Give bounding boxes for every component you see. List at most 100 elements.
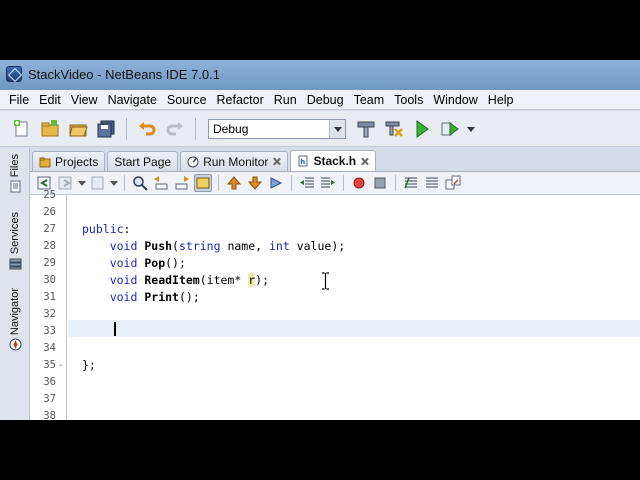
start-macro-recording-icon[interactable] [350, 174, 368, 192]
shift-left-icon[interactable] [298, 174, 316, 192]
navigator-compass-icon [9, 338, 21, 351]
side-tab-services[interactable]: Services [6, 212, 24, 270]
find-next-icon[interactable] [173, 174, 191, 192]
tab-start-page-label: Start Page [114, 154, 172, 169]
new-project-icon[interactable] [38, 117, 62, 141]
debug-options-chevron-icon[interactable] [466, 117, 476, 141]
menu-bar: File Edit View Navigate Source Refactor … [0, 90, 640, 110]
side-tab-services-label: Services [9, 212, 21, 255]
services-icon [9, 258, 21, 270]
comment-icon[interactable] [402, 174, 420, 192]
title-bar[interactable]: StackVideo - NetBeans IDE 7.0.1 [0, 60, 640, 90]
configuration-select[interactable]: Debug [208, 118, 346, 139]
menu-tools[interactable]: Tools [389, 90, 428, 110]
side-tab-files-label: Files [9, 154, 21, 178]
menu-team[interactable]: Team [349, 90, 390, 110]
shift-right-icon[interactable] [319, 174, 337, 192]
side-tab-files[interactable]: Files [6, 154, 24, 193]
diff-icon[interactable] [444, 174, 462, 192]
menu-refactor[interactable]: Refactor [212, 90, 269, 110]
find-icon[interactable] [131, 174, 149, 192]
chevron-down-icon[interactable] [110, 174, 118, 192]
toolbar-separator [124, 175, 125, 191]
line-number: 29 [43, 257, 56, 269]
tab-start-page[interactable]: Start Page [107, 151, 179, 171]
code-line-29[interactable]: void Pop(); [82, 256, 186, 270]
window-title: StackVideo - NetBeans IDE 7.0.1 [28, 67, 220, 82]
line-number: 37 [43, 393, 56, 405]
tab-run-monitor-label: Run Monitor [203, 154, 269, 169]
netbeans-logo-icon [6, 66, 22, 82]
editor-tab-bar: Projects Start Page Run Monitor h Stack.… [30, 149, 640, 171]
toolbar-separator [343, 175, 344, 191]
find-previous-icon[interactable] [152, 174, 170, 192]
line-number: 33 [43, 325, 56, 337]
tab-stack-h[interactable]: h Stack.h [290, 150, 377, 171]
toggle-highlight-icon[interactable] [194, 174, 212, 192]
toolbar-separator [395, 175, 396, 191]
current-line-highlight [68, 320, 640, 337]
menu-help[interactable]: Help [483, 90, 519, 110]
code-line-28[interactable]: void Push(string name, int value); [82, 239, 345, 253]
last-edit-icon[interactable] [89, 174, 107, 192]
menu-navigate[interactable]: Navigate [103, 90, 162, 110]
menu-edit[interactable]: Edit [34, 90, 66, 110]
close-icon[interactable] [272, 157, 281, 166]
line-number: 30 [43, 274, 56, 286]
toolbar-separator [218, 175, 219, 191]
toolbar-separator [195, 117, 196, 140]
header-file-icon: h [298, 155, 308, 167]
open-project-icon[interactable] [66, 117, 90, 141]
forward-history-icon[interactable] [57, 174, 75, 192]
tab-run-monitor[interactable]: Run Monitor [180, 151, 289, 171]
toggle-bookmark-icon[interactable] [267, 174, 285, 192]
projects-icon [39, 157, 51, 167]
build-icon[interactable] [354, 117, 378, 141]
next-bookmark-icon[interactable] [246, 174, 264, 192]
undo-icon[interactable] [135, 117, 159, 141]
close-icon[interactable] [360, 157, 369, 166]
chevron-down-icon[interactable] [329, 119, 345, 138]
line-number: 25 [43, 189, 56, 201]
tab-projects[interactable]: Projects [32, 151, 106, 171]
netbeans-window: StackVideo - NetBeans IDE 7.0.1 File Edi… [0, 60, 640, 420]
editor-toolbar [30, 171, 640, 195]
line-number: 35 [43, 359, 56, 371]
line-number-gutter[interactable]: 25 26 27 28 29 30 31 32 33 34 35 36 37 3… [30, 189, 67, 420]
tab-projects-label: Projects [55, 154, 99, 169]
text-caret [114, 322, 116, 336]
code-line-27[interactable]: public: [82, 222, 130, 236]
menu-window[interactable]: Window [428, 90, 482, 110]
save-all-icon[interactable] [94, 117, 118, 141]
new-file-icon[interactable] [10, 117, 34, 141]
debug-icon[interactable] [438, 117, 462, 141]
side-tab-navigator-label: Navigator [9, 288, 21, 336]
menu-debug[interactable]: Debug [302, 90, 349, 110]
fold-marker-icon[interactable]: - [59, 360, 62, 371]
code-line-31[interactable]: void Print(); [82, 290, 200, 304]
line-number: 26 [43, 206, 56, 218]
menu-file[interactable]: File [4, 90, 34, 110]
side-tab-navigator[interactable]: Navigator [6, 288, 24, 351]
stop-macro-recording-icon[interactable] [371, 174, 389, 192]
code-editor[interactable]: 25 26 27 28 29 30 31 32 33 34 35 36 37 3… [30, 189, 640, 420]
code-line-35[interactable]: }; [82, 358, 96, 372]
run-icon[interactable] [410, 117, 434, 141]
line-number: 32 [43, 308, 56, 320]
screen: StackVideo - NetBeans IDE 7.0.1 File Edi… [0, 0, 640, 480]
run-monitor-icon [187, 156, 199, 167]
toolbar-separator [126, 117, 127, 140]
line-number: 34 [43, 342, 56, 354]
menu-run[interactable]: Run [269, 90, 302, 110]
uncomment-icon[interactable] [423, 174, 441, 192]
clean-build-icon[interactable] [382, 117, 406, 141]
highlighted-identifier: r [248, 273, 256, 287]
code-line-30[interactable]: void ReadItem(item* r); [82, 273, 269, 287]
menu-source[interactable]: Source [162, 90, 212, 110]
previous-bookmark-icon[interactable] [225, 174, 243, 192]
chevron-down-icon[interactable] [78, 174, 86, 192]
redo-icon[interactable] [163, 117, 187, 141]
line-number: 36 [43, 376, 56, 388]
line-number: 27 [43, 223, 56, 235]
menu-view[interactable]: View [66, 90, 103, 110]
